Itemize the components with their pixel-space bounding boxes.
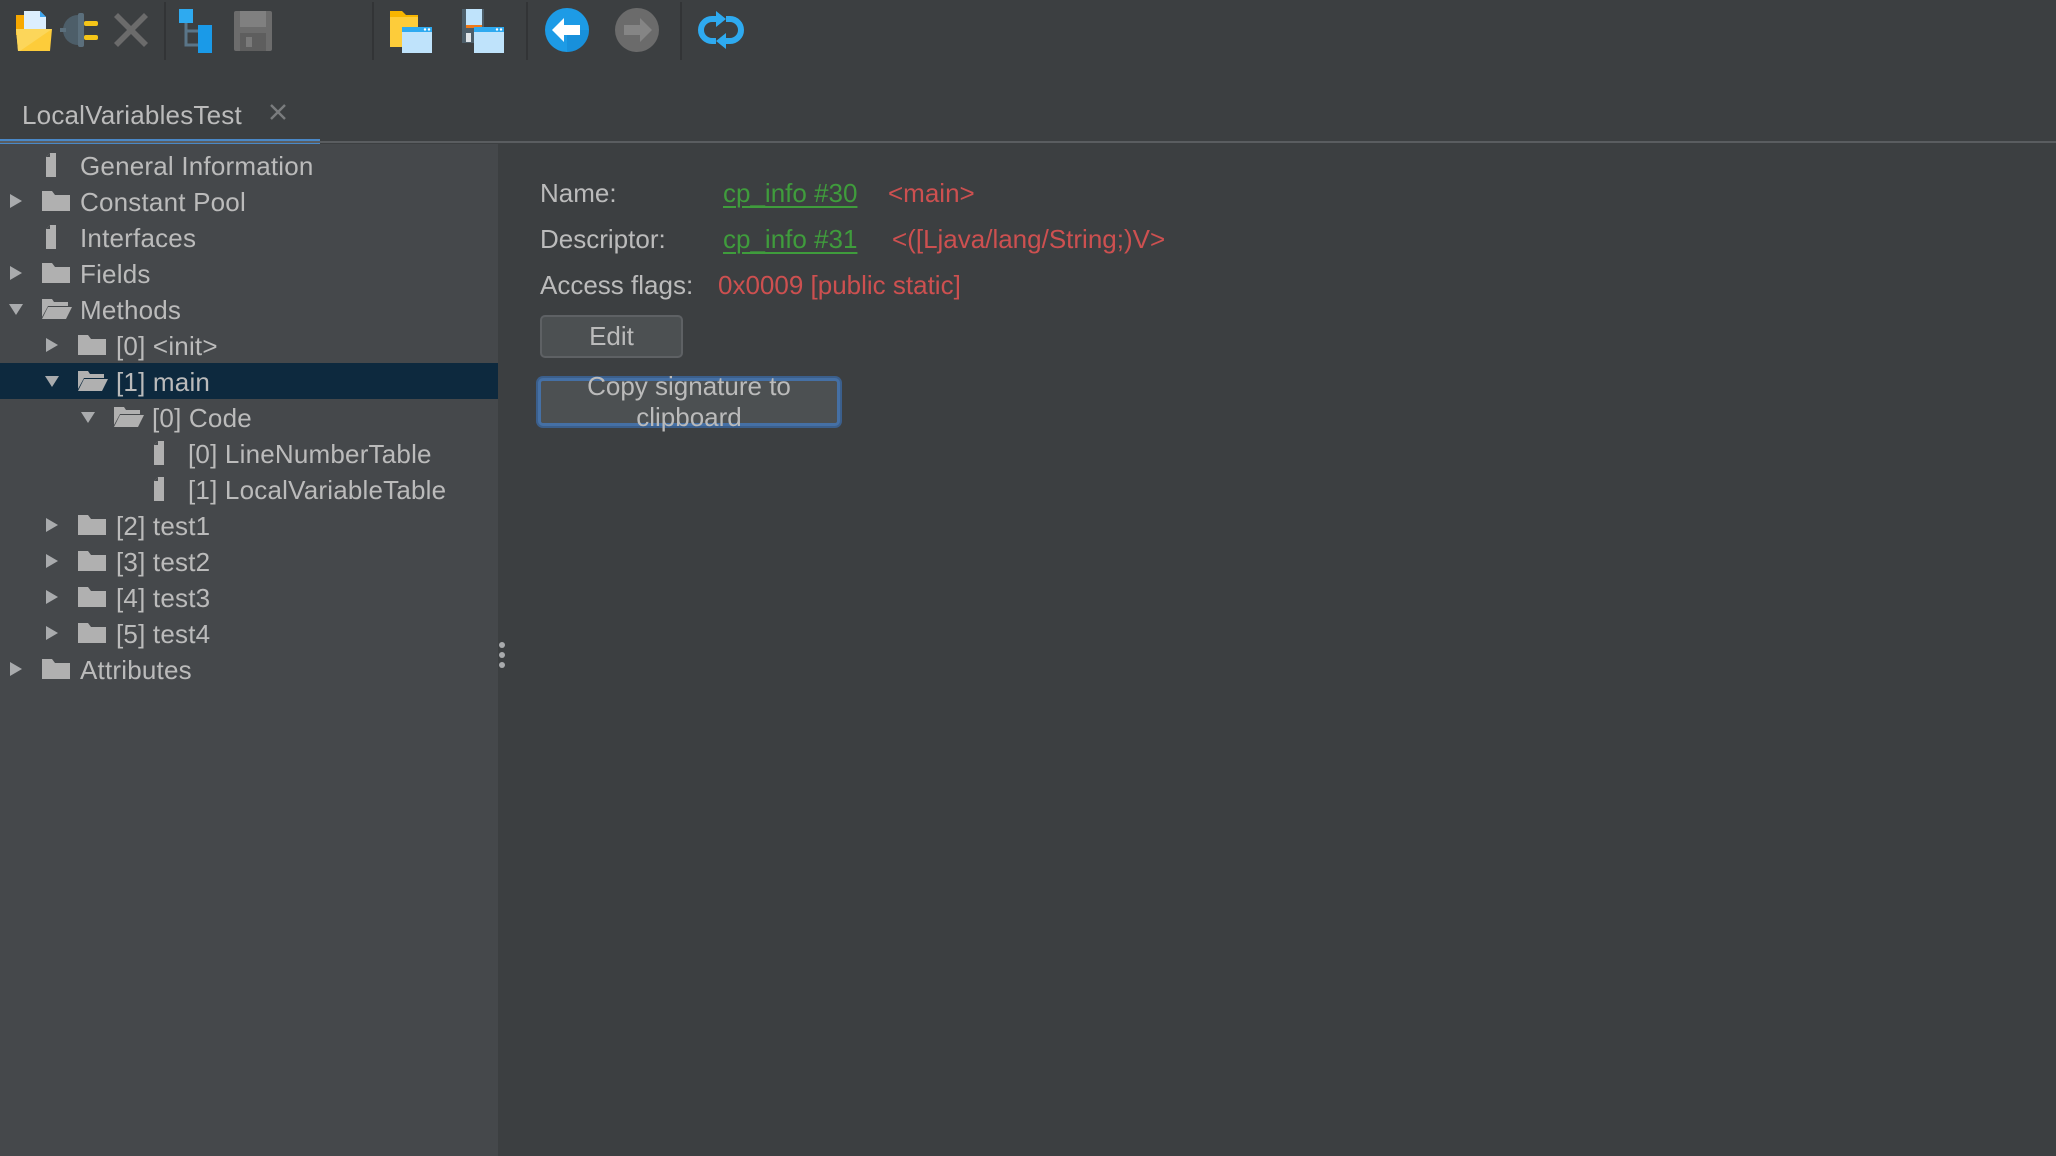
copy-signature-button[interactable]: Copy signature to clipboard: [538, 371, 840, 432]
forward-button[interactable]: [612, 6, 662, 54]
tree-item-label: [0] <init>: [116, 331, 218, 361]
toolbar-separator: [526, 2, 528, 60]
tree-item-label: Constant Pool: [80, 187, 246, 217]
tree-item-label: [4] test3: [116, 583, 211, 613]
tree-item[interactable]: Methods: [0, 291, 498, 327]
tree-item[interactable]: Attributes: [0, 651, 498, 687]
close-icon[interactable]: [268, 102, 288, 122]
tree-item-label: [5] test4: [116, 619, 211, 649]
tree-item-label: Interfaces: [80, 223, 197, 253]
folder-icon: [78, 549, 108, 573]
method-detail-panel: Name: cp_info #30 <main> Descriptor: cp_…: [508, 144, 2056, 1156]
access-flags-value: 0x0009 [public static]: [718, 270, 961, 300]
tree-item[interactable]: [4] test3: [0, 579, 498, 615]
tree-item-label: [1] main: [116, 367, 211, 397]
chevron-right-icon[interactable]: [8, 193, 24, 209]
folder-icon: [78, 621, 108, 645]
plug-icon: [60, 13, 98, 47]
chevron-right-icon[interactable]: [44, 337, 60, 353]
save-window-button[interactable]: [458, 6, 508, 54]
folder-open-icon: [114, 405, 144, 429]
tree-item-label: [3] test2: [116, 547, 211, 577]
name-cp-link[interactable]: cp_info #30: [723, 178, 857, 209]
descriptor-label: Descriptor:: [540, 224, 666, 254]
tab-localvariablestest[interactable]: LocalVariablesTest: [0, 90, 320, 144]
toolbar: [0, 0, 2056, 60]
tree-item-label: [2] test1: [116, 511, 211, 541]
class-structure-tree: General Information Constant Pool Interfac…: [0, 144, 498, 1156]
chevron-right-icon[interactable]: [8, 661, 24, 677]
chevron-right-icon[interactable]: [44, 589, 60, 605]
tree-item[interactable]: [0] LineNumberTable: [0, 435, 498, 471]
tree-item-label: [1] LocalVariableTable: [188, 475, 447, 505]
access-flags-label: Access flags:: [540, 270, 694, 300]
tree-item-label: General Information: [80, 151, 314, 181]
name-value: <main>: [888, 178, 975, 208]
file-icon: [42, 225, 72, 249]
refresh-icon: [698, 11, 744, 49]
editor-tab-bar: LocalVariablesTest: [0, 60, 2056, 144]
save-window-icon: [462, 9, 504, 53]
tree-item[interactable]: [0] <init>: [0, 327, 498, 363]
tree-item-label: Fields: [80, 259, 151, 289]
open-file-button[interactable]: [10, 6, 60, 54]
tree-item-label: Attributes: [80, 655, 192, 685]
folder-icon: [42, 189, 72, 213]
folder-icon: [78, 585, 108, 609]
name-label: Name:: [540, 178, 617, 208]
chevron-right-icon[interactable]: [44, 517, 60, 533]
save-button[interactable]: [228, 6, 278, 54]
hierarchy-icon: [179, 9, 212, 53]
open-window-button[interactable]: [386, 6, 436, 54]
tree-item-label: [0] Code: [152, 403, 252, 433]
tab-bar-divider: [0, 141, 2056, 143]
connect-button[interactable]: [56, 6, 106, 54]
tree-item-label: [0] LineNumberTable: [188, 439, 432, 469]
toolbar-separator: [372, 2, 374, 60]
folder-open-icon: [42, 297, 72, 321]
chevron-right-icon[interactable]: [8, 265, 24, 281]
arrow-right-icon: [615, 8, 659, 52]
toolbar-separator: [164, 2, 166, 60]
folder-window-icon: [390, 11, 432, 53]
tree-item[interactable]: General Information: [0, 147, 498, 183]
folder-open-icon: [78, 369, 108, 393]
pane-splitter[interactable]: [498, 144, 508, 1156]
folder-icon: [42, 261, 72, 285]
tree-item[interactable]: [1] LocalVariableTable: [0, 471, 498, 507]
tree-item[interactable]: Fields: [0, 255, 498, 291]
arrow-left-icon: [545, 8, 589, 52]
tree-item-label: Methods: [80, 295, 182, 325]
folder-icon: [78, 513, 108, 537]
back-button[interactable]: [542, 6, 592, 54]
chevron-down-icon[interactable]: [8, 301, 24, 317]
tree-item[interactable]: Interfaces: [0, 219, 498, 255]
folder-icon: [42, 657, 72, 681]
tree-item[interactable]: [1] main: [0, 363, 498, 399]
file-icon: [150, 477, 180, 501]
tab-label: LocalVariablesTest: [22, 100, 242, 130]
descriptor-value: <([Ljava/lang/String;)V>: [892, 224, 1166, 254]
file-icon: [42, 153, 72, 177]
chevron-right-icon[interactable]: [44, 553, 60, 569]
tree-view-button[interactable]: [174, 6, 224, 54]
close-file-button[interactable]: [106, 6, 156, 54]
tree-item[interactable]: [3] test2: [0, 543, 498, 579]
file-icon: [150, 441, 180, 465]
folder-icon: [78, 333, 108, 357]
floppy-disk-icon: [234, 11, 272, 51]
edit-button[interactable]: Edit: [540, 315, 683, 358]
chevron-right-icon[interactable]: [44, 625, 60, 641]
chevron-down-icon[interactable]: [80, 409, 96, 425]
tree-item[interactable]: [0] Code: [0, 399, 498, 435]
descriptor-cp-link[interactable]: cp_info #31: [723, 224, 857, 255]
toolbar-separator: [680, 2, 682, 60]
close-x-icon: [114, 13, 148, 47]
tree-item[interactable]: Constant Pool: [0, 183, 498, 219]
reload-button[interactable]: [696, 6, 746, 54]
open-folder-icon: [16, 11, 52, 51]
tree-item[interactable]: [2] test1: [0, 507, 498, 543]
chevron-down-icon[interactable]: [44, 373, 60, 389]
tree-item[interactable]: [5] test4: [0, 615, 498, 651]
